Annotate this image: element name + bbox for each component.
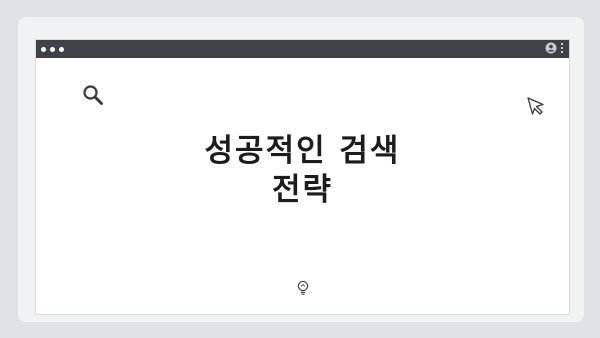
dot-icon[interactable]: [50, 46, 55, 52]
window-controls: [41, 46, 64, 52]
user-icon[interactable]: [545, 42, 557, 54]
dot-icon[interactable]: [41, 46, 46, 52]
cursor-icon: [527, 97, 544, 115]
dot-icon[interactable]: [59, 46, 64, 52]
title-line: 성공적인 검색: [204, 133, 401, 169]
title-line: 전략: [271, 172, 334, 208]
search-icon: [83, 85, 103, 105]
window-titlebar: [36, 40, 569, 58]
browser-window: 성공적인 검색 전략: [35, 39, 570, 315]
lightbulb-icon: [297, 280, 309, 295]
titlebar-right: [545, 42, 563, 54]
kebab-menu-icon[interactable]: [561, 43, 563, 53]
page-title: 성공적인 검색 전략: [36, 132, 569, 210]
